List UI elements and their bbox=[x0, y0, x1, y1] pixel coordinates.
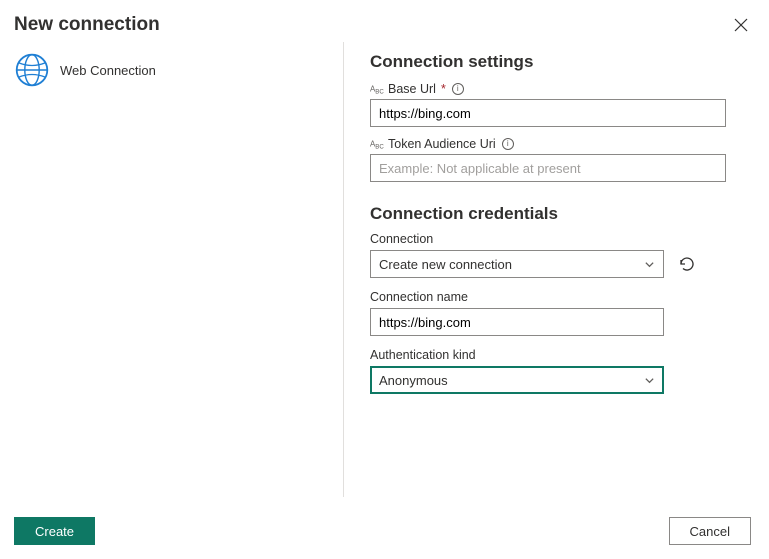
connection-type-panel: Web Connection bbox=[14, 42, 344, 497]
globe-icon bbox=[14, 52, 50, 88]
text-type-icon: A BC bbox=[370, 83, 384, 95]
refresh-icon[interactable] bbox=[678, 255, 696, 273]
text-type-icon: A BC bbox=[370, 138, 384, 150]
credentials-heading: Connection credentials bbox=[370, 204, 745, 224]
auth-kind-label: Authentication kind bbox=[370, 348, 745, 362]
chevron-down-icon bbox=[644, 375, 655, 386]
connection-label: Connection bbox=[370, 232, 745, 246]
svg-text:BC: BC bbox=[375, 88, 384, 95]
token-audience-input[interactable] bbox=[370, 154, 726, 182]
close-icon bbox=[734, 18, 748, 32]
svg-text:BC: BC bbox=[375, 143, 384, 150]
connection-type-label: Web Connection bbox=[60, 63, 156, 78]
auth-kind-value: Anonymous bbox=[379, 373, 448, 388]
info-icon[interactable]: i bbox=[502, 138, 514, 150]
connection-name-input[interactable] bbox=[370, 308, 664, 336]
token-audience-label: Token Audience Uri bbox=[388, 137, 496, 151]
auth-kind-select[interactable]: Anonymous bbox=[370, 366, 664, 394]
close-button[interactable] bbox=[731, 15, 751, 35]
chevron-down-icon bbox=[644, 259, 655, 270]
settings-heading: Connection settings bbox=[370, 52, 745, 72]
connection-name-label: Connection name bbox=[370, 290, 745, 304]
cancel-button[interactable]: Cancel bbox=[669, 517, 751, 545]
connection-select[interactable]: Create new connection bbox=[370, 250, 664, 278]
base-url-input[interactable] bbox=[370, 99, 726, 127]
dialog-title: New connection bbox=[14, 14, 160, 36]
connection-type-item[interactable]: Web Connection bbox=[14, 52, 343, 88]
base-url-label: Base Url bbox=[388, 82, 436, 96]
required-indicator: * bbox=[441, 82, 446, 96]
create-button[interactable]: Create bbox=[14, 517, 95, 545]
form-panel: Connection settings A BC Base Url * i A … bbox=[344, 42, 755, 497]
connection-select-value: Create new connection bbox=[379, 257, 512, 272]
info-icon[interactable]: i bbox=[452, 83, 464, 95]
